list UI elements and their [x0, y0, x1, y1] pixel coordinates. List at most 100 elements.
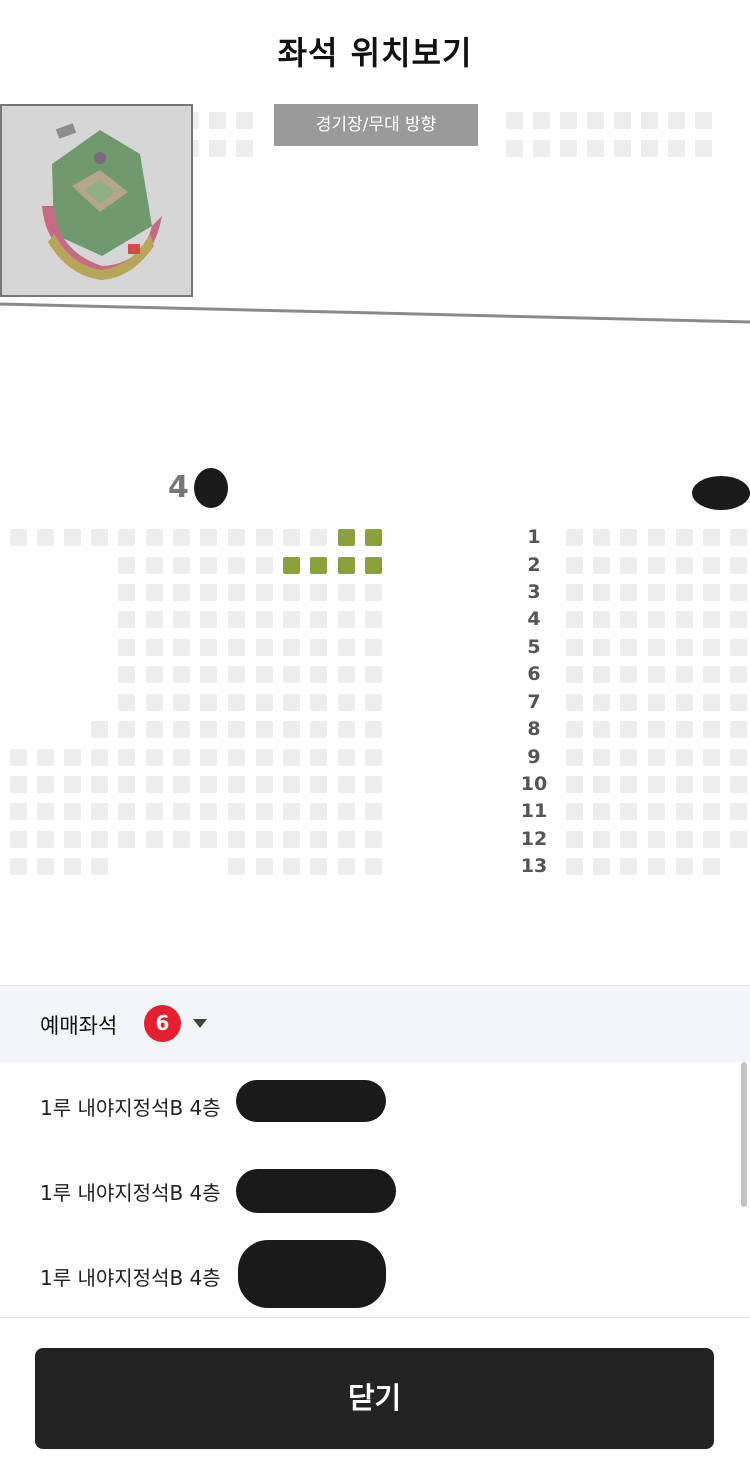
seat[interactable] — [593, 694, 610, 711]
scrollbar[interactable] — [741, 1062, 747, 1207]
seat[interactable] — [146, 557, 163, 574]
seat[interactable] — [620, 803, 637, 820]
seat[interactable] — [283, 694, 300, 711]
seat[interactable] — [173, 776, 190, 793]
seat[interactable] — [566, 776, 583, 793]
close-button[interactable]: 닫기 — [35, 1348, 714, 1449]
seat[interactable] — [310, 831, 327, 848]
seat[interactable] — [365, 666, 382, 683]
seat[interactable] — [676, 694, 693, 711]
seat[interactable] — [173, 529, 190, 546]
seat[interactable] — [676, 776, 693, 793]
seat[interactable] — [730, 557, 747, 574]
seat[interactable] — [593, 611, 610, 628]
seat[interactable] — [256, 776, 273, 793]
seat[interactable] — [676, 529, 693, 546]
seat[interactable] — [593, 858, 610, 875]
seat[interactable] — [365, 639, 382, 656]
seat[interactable] — [118, 639, 135, 656]
seat[interactable] — [676, 639, 693, 656]
seat[interactable] — [365, 749, 382, 766]
seat[interactable] — [620, 831, 637, 848]
seat[interactable] — [118, 803, 135, 820]
seat[interactable] — [118, 557, 135, 574]
seat[interactable] — [91, 831, 108, 848]
seat[interactable] — [593, 639, 610, 656]
seat[interactable] — [593, 529, 610, 546]
seat[interactable] — [310, 749, 327, 766]
seat[interactable] — [146, 776, 163, 793]
seat[interactable] — [200, 557, 217, 574]
seat[interactable] — [91, 776, 108, 793]
seat[interactable] — [228, 776, 245, 793]
seat[interactable] — [283, 584, 300, 601]
reserved-seats-header[interactable]: 예매좌석 6 — [0, 985, 750, 1063]
seat[interactable] — [730, 611, 747, 628]
seat[interactable] — [338, 639, 355, 656]
seat[interactable] — [283, 831, 300, 848]
seat[interactable] — [703, 776, 720, 793]
seat[interactable] — [676, 858, 693, 875]
seat[interactable] — [91, 858, 108, 875]
seat[interactable] — [64, 858, 81, 875]
seat[interactable] — [173, 694, 190, 711]
seat[interactable] — [365, 694, 382, 711]
seat-selected[interactable] — [365, 529, 382, 546]
seat[interactable] — [10, 803, 27, 820]
seat[interactable] — [676, 803, 693, 820]
seat[interactable] — [173, 749, 190, 766]
seat[interactable] — [256, 557, 273, 574]
seat[interactable] — [703, 803, 720, 820]
seat[interactable] — [310, 694, 327, 711]
seat[interactable] — [593, 666, 610, 683]
seat[interactable] — [566, 858, 583, 875]
seat[interactable] — [146, 694, 163, 711]
seat[interactable] — [648, 858, 665, 875]
seat[interactable] — [365, 803, 382, 820]
seat[interactable] — [310, 776, 327, 793]
seat[interactable] — [146, 529, 163, 546]
seat[interactable] — [338, 584, 355, 601]
seat[interactable] — [256, 749, 273, 766]
seat[interactable] — [703, 529, 720, 546]
seat[interactable] — [37, 529, 54, 546]
seat[interactable] — [10, 776, 27, 793]
seat[interactable] — [173, 557, 190, 574]
seat[interactable] — [200, 584, 217, 601]
seat[interactable] — [648, 584, 665, 601]
seat[interactable] — [256, 639, 273, 656]
seat[interactable] — [118, 584, 135, 601]
seat[interactable] — [648, 557, 665, 574]
seat[interactable] — [310, 666, 327, 683]
seat[interactable] — [676, 584, 693, 601]
seat[interactable] — [283, 749, 300, 766]
seat[interactable] — [365, 584, 382, 601]
seat[interactable] — [64, 749, 81, 766]
seat[interactable] — [730, 584, 747, 601]
seat[interactable] — [37, 831, 54, 848]
seat[interactable] — [648, 666, 665, 683]
seat-selected[interactable] — [365, 557, 382, 574]
seat[interactable] — [283, 529, 300, 546]
seat[interactable] — [283, 776, 300, 793]
seat[interactable] — [173, 639, 190, 656]
list-item[interactable]: 1루 내야지정석B 4층 — [0, 1232, 750, 1318]
seat[interactable] — [648, 803, 665, 820]
seat[interactable] — [338, 721, 355, 738]
seat[interactable] — [310, 803, 327, 820]
seat[interactable] — [365, 721, 382, 738]
seat[interactable] — [566, 529, 583, 546]
seat[interactable] — [118, 694, 135, 711]
seat[interactable] — [200, 721, 217, 738]
seat[interactable] — [648, 749, 665, 766]
seat[interactable] — [146, 666, 163, 683]
seat[interactable] — [703, 858, 720, 875]
seat[interactable] — [228, 639, 245, 656]
seat[interactable] — [118, 749, 135, 766]
seat[interactable] — [173, 831, 190, 848]
seat[interactable] — [676, 557, 693, 574]
seat[interactable] — [91, 721, 108, 738]
seat[interactable] — [620, 611, 637, 628]
seat[interactable] — [676, 666, 693, 683]
seat[interactable] — [228, 831, 245, 848]
